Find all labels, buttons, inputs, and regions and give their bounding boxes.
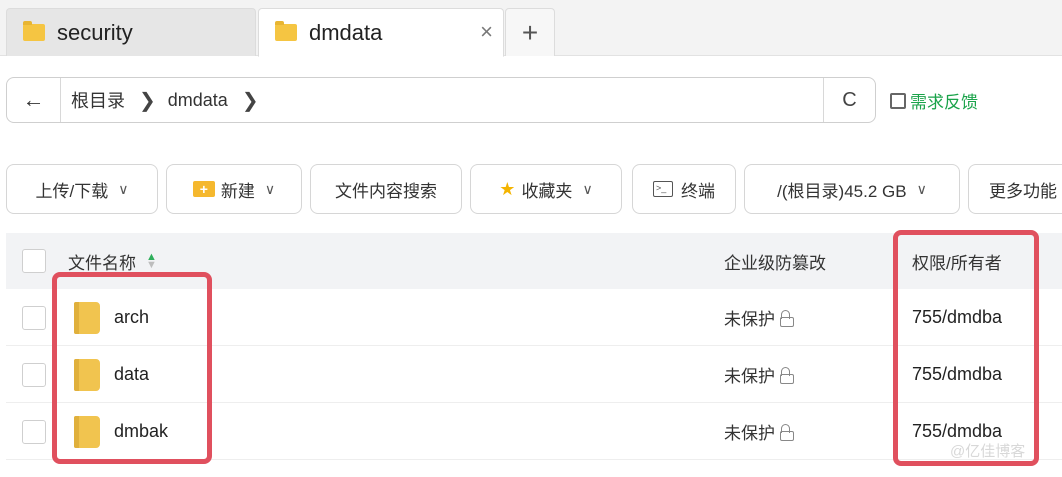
chevron-down-icon: ∨ [264, 180, 276, 197]
table-row[interactable]: data 未保护 755/dmdba [6, 346, 1062, 403]
address-bar: ← 根目录 ❯ dmdata ❯ C [6, 77, 876, 123]
more-functions-button[interactable]: 更多功能 [968, 164, 1062, 214]
close-icon[interactable]: × [480, 19, 493, 45]
chevron-right-icon[interactable]: ❯ [242, 88, 259, 113]
star-icon: ★ [499, 178, 516, 199]
terminal-button[interactable]: >_ 终端 [632, 164, 736, 214]
breadcrumb-dmdata[interactable]: dmdata [168, 90, 228, 111]
folder-icon [74, 359, 100, 391]
upload-download-label: 上传/下载 [35, 181, 109, 201]
lock-icon [779, 366, 795, 384]
protect-status[interactable]: 未保护 [724, 403, 795, 460]
chevron-right-icon: ❯ [139, 89, 156, 112]
folder-icon [74, 302, 100, 334]
chevron-down-icon: ∨ [916, 180, 927, 197]
column-name-label: 文件名称 [68, 253, 136, 273]
row-checkbox[interactable] [22, 306, 46, 330]
more-functions-label: 更多功能 [989, 181, 1057, 201]
folder-icon [275, 21, 297, 41]
tab-bar: security dmdata × + [0, 0, 1062, 57]
row-checkbox[interactable] [22, 420, 46, 444]
sort-icon[interactable]: ▲ ▼ [146, 252, 157, 271]
disk-label: /(根目录)45.2 GB [777, 181, 907, 201]
folder-icon [23, 21, 45, 41]
tab-label: dmdata [309, 19, 383, 45]
select-all-checkbox[interactable] [22, 249, 46, 273]
new-button[interactable]: + 新建 ∨ [166, 164, 302, 214]
favorites-label: 收藏夹 [521, 181, 573, 201]
feedback-label: 需求反馈 [910, 93, 978, 112]
upload-download-button[interactable]: 上传/下载 ∨ [6, 164, 158, 214]
table-header: 文件名称 ▲ ▼ 企业级防篡改 权限/所有者 [6, 233, 1062, 289]
file-name[interactable]: arch [114, 289, 149, 346]
column-perm: 权限/所有者 [912, 233, 1002, 289]
lock-icon [779, 423, 795, 441]
protect-label: 未保护 [724, 367, 775, 386]
refresh-icon[interactable]: C [823, 78, 875, 122]
favorites-button[interactable]: ★ 收藏夹 ∨ [470, 164, 622, 214]
column-protect-label: 企业级防篡改 [724, 253, 826, 273]
table-row[interactable]: dmbak 未保护 755/dmdba [6, 403, 1062, 460]
protect-status[interactable]: 未保护 [724, 289, 795, 346]
column-name[interactable]: 文件名称 ▲ ▼ [68, 233, 157, 289]
protect-label: 未保护 [724, 310, 775, 329]
folder-icon [74, 416, 100, 448]
column-perm-label: 权限/所有者 [912, 253, 1002, 273]
protect-status[interactable]: 未保护 [724, 346, 795, 403]
row-checkbox[interactable] [22, 363, 46, 387]
table-row[interactable]: arch 未保护 755/dmdba [6, 289, 1062, 346]
file-name[interactable]: data [114, 346, 149, 403]
permission[interactable]: 755/dmdba [912, 289, 1002, 346]
disk-selector[interactable]: /(根目录)45.2 GB ∨ [744, 164, 960, 214]
terminal-icon: >_ [653, 181, 673, 197]
tab-security[interactable]: security [6, 8, 256, 56]
new-folder-icon: + [192, 181, 215, 197]
plus-icon[interactable]: + [505, 8, 555, 56]
tab-label: security [57, 19, 133, 45]
terminal-label: 终端 [681, 181, 715, 201]
content-search-label: 文件内容搜索 [335, 181, 437, 201]
chevron-down-icon: ∨ [118, 180, 129, 197]
lock-icon [779, 309, 795, 327]
permission[interactable]: 755/dmdba [912, 346, 1002, 403]
content-search-button[interactable]: 文件内容搜索 [310, 164, 462, 214]
column-protect: 企业级防篡改 [724, 233, 826, 289]
watermark: @亿佳博客 [950, 443, 1026, 460]
protect-label: 未保护 [724, 424, 775, 443]
file-name[interactable]: dmbak [114, 403, 168, 460]
new-label: 新建 [220, 181, 255, 201]
tab-dmdata[interactable]: dmdata × [258, 8, 504, 57]
feedback-link[interactable]: 需求反馈 [890, 88, 978, 113]
back-arrow-icon[interactable]: ← [7, 78, 61, 122]
breadcrumb: 根目录 ❯ dmdata ❯ [71, 78, 271, 122]
chevron-down-icon: ∨ [582, 180, 593, 197]
breadcrumb-root[interactable]: 根目录 [71, 87, 125, 113]
feedback-icon [890, 92, 906, 109]
